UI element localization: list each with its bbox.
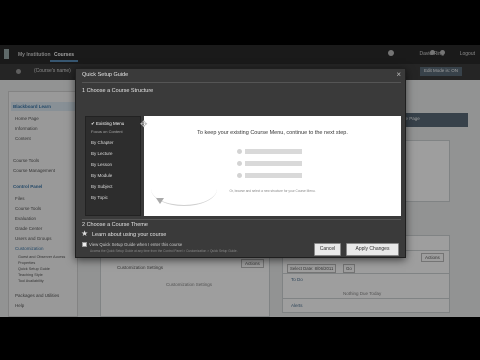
letterbox-bottom [0, 317, 480, 360]
structure-existing-menu[interactable]: ✔ Existing Menu [91, 121, 124, 127]
structure-by-chapter[interactable]: By Chapter [91, 140, 114, 145]
structure-by-lecture[interactable]: By Lecture [91, 151, 113, 156]
structure-by-topic[interactable]: By Topic [91, 195, 108, 200]
structure-group-label: Focus on Content [91, 129, 123, 134]
step-learn-about-course[interactable]: Learn about using your course [92, 232, 166, 238]
preview-arrow-icon [156, 198, 164, 204]
structure-by-module[interactable]: By Module [91, 173, 112, 178]
cancel-button[interactable]: Cancel [314, 243, 341, 256]
preview-bullet-3 [237, 173, 242, 178]
preview-menu-bar-1 [245, 149, 302, 154]
divider [82, 219, 401, 220]
preview-bullet-1 [237, 149, 242, 154]
structure-by-lesson[interactable]: By Lesson [91, 162, 112, 167]
apply-changes-button[interactable]: Apply Changes [346, 243, 399, 256]
step-course-structure[interactable]: 1 Choose a Course Structure [82, 88, 153, 94]
dialog-title: Quick Setup Guide [82, 72, 129, 78]
divider [82, 82, 401, 83]
preview-menu-bar-2 [245, 161, 302, 166]
course-structure-list: ✔ Existing Menu Focus on Content By Chap… [85, 116, 141, 216]
access-hint: Access the Quick Setup Guide at any time… [90, 249, 238, 253]
show-on-entry-row[interactable]: View Quick Setup Guide when I enter this… [82, 242, 182, 247]
star-icon: ★ [81, 229, 89, 238]
preview-message: To keep your existing Course Menu, conti… [197, 130, 348, 136]
quick-setup-guide-dialog: Quick Setup Guide × 1 Choose a Course St… [75, 68, 406, 258]
preview-bullet-2 [237, 161, 242, 166]
step-course-theme[interactable]: 2 Choose a Course Theme [82, 222, 148, 228]
letterbox-top [0, 0, 480, 45]
show-on-entry-label: View Quick Setup Guide when I enter this… [89, 242, 183, 247]
structure-preview: To keep your existing Course Menu, conti… [144, 116, 401, 216]
close-icon[interactable]: × [396, 70, 401, 79]
preview-menu-bar-3 [245, 173, 302, 178]
show-on-entry-checkbox[interactable] [82, 242, 87, 247]
browser-viewport: My Institution Courses David Ring Logout… [0, 45, 480, 317]
structure-by-subject[interactable]: By Subject [91, 184, 113, 189]
move-cursor-icon: ✥ [140, 119, 148, 129]
